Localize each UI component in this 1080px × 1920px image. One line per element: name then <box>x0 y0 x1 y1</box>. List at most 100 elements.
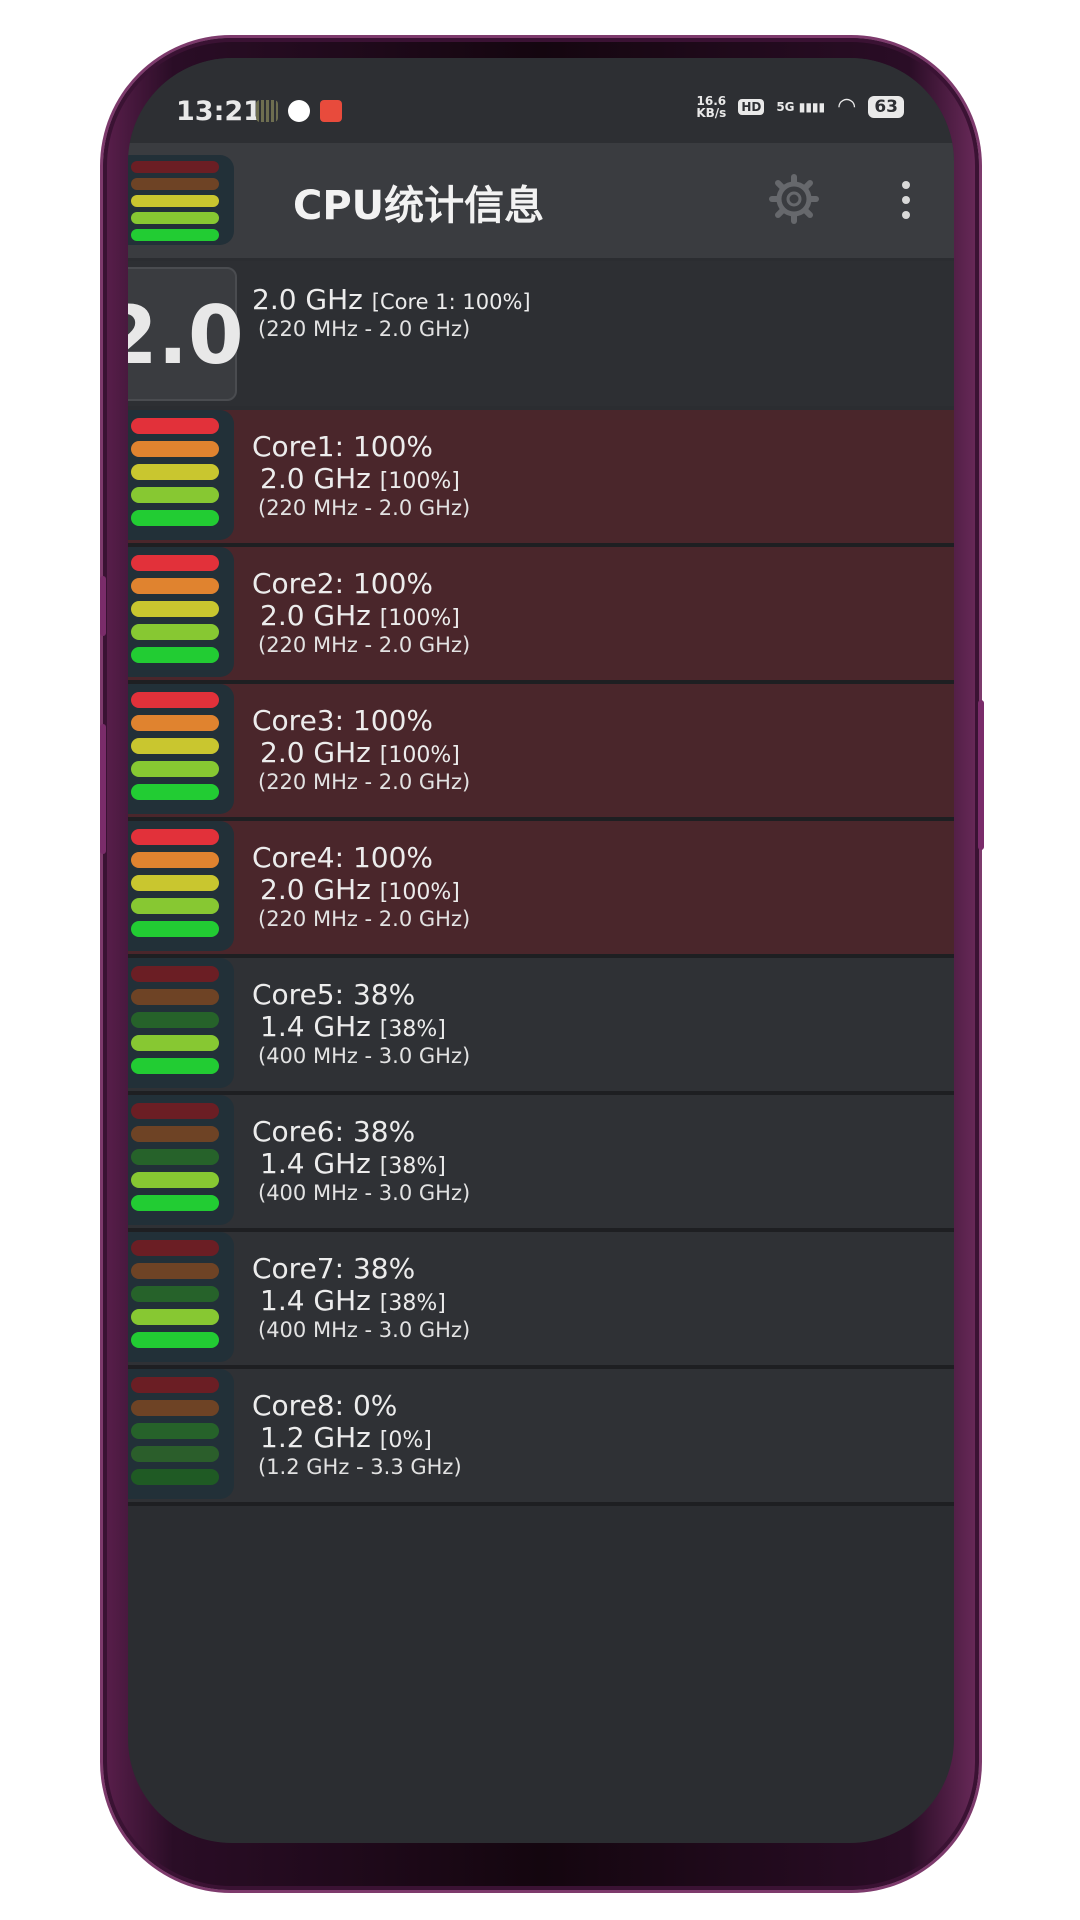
network-speed: 16.6 KB/s <box>696 95 726 119</box>
load-bar <box>131 875 219 891</box>
volume-up-button <box>100 576 106 636</box>
gear-icon[interactable] <box>768 173 820 225</box>
load-bar <box>131 418 219 434</box>
core-percent: [38%] <box>379 1017 446 1042</box>
load-bar <box>131 1309 219 1325</box>
load-bar <box>131 624 219 640</box>
core-percent: [100%] <box>379 469 460 494</box>
core-label: Core4: 100% <box>252 841 434 874</box>
core-frequency-line: 2.0 GHz [100%] <box>260 736 460 769</box>
core-row[interactable]: Core3: 100% 2.0 GHz [100%] (220 MHz - 2.0 … <box>128 684 954 821</box>
power-button <box>978 700 984 850</box>
core-load-meter <box>128 821 234 951</box>
summary-row[interactable]: 2.0 2.0 GHz [Core 1: 100%] (220 MHz - 2.… <box>128 261 954 406</box>
load-bar <box>131 852 219 868</box>
battery-icon: 63 <box>868 95 904 118</box>
summary-range: (220 MHz - 2.0 GHz) <box>258 317 471 341</box>
core-range: (220 MHz - 2.0 GHz) <box>258 633 471 657</box>
status-bar: 13:21 16.6 KB/s HD 5G ▮▮▮▮ ◠ 63 <box>128 58 954 143</box>
core-range: (1.2 GHz - 3.3 GHz) <box>258 1455 462 1479</box>
load-bar <box>131 464 219 480</box>
core-range: (400 MHz - 3.0 GHz) <box>258 1318 471 1342</box>
core-percent: [38%] <box>379 1154 446 1179</box>
summary-line: 2.0 GHz [Core 1: 100%] <box>252 283 531 316</box>
load-bar <box>131 1149 219 1165</box>
load-bar <box>131 555 219 571</box>
load-bar <box>131 510 219 526</box>
core-range: (220 MHz - 2.0 GHz) <box>258 496 471 520</box>
summary-box: 2.0 <box>128 267 244 401</box>
app-bar: CPU统计信息 <box>128 143 954 258</box>
core-row[interactable]: Core5: 38% 1.4 GHz [38%] (400 MHz - 3.0 GH… <box>128 958 954 1095</box>
load-bar <box>131 1423 219 1439</box>
core-label: Core3: 100% <box>252 704 434 737</box>
page-title: CPU统计信息 <box>293 183 545 229</box>
core-label: Core5: 38% <box>252 978 416 1011</box>
core-frequency: 2.0 GHz <box>260 599 371 632</box>
core-load-meter <box>128 547 234 677</box>
core-frequency: 1.4 GHz <box>260 1147 371 1180</box>
core-load-meter <box>128 410 234 540</box>
core-load-meter <box>128 958 234 1088</box>
load-bar <box>131 1126 219 1142</box>
core-percent: [100%] <box>379 743 460 768</box>
load-bar <box>131 989 219 1005</box>
load-bar <box>131 692 219 708</box>
notification-icons <box>256 100 342 122</box>
wifi-icon: ◠ <box>837 94 857 119</box>
logo-bar <box>131 195 219 207</box>
core-row[interactable]: Core8: 0% 1.2 GHz [0%] (1.2 GHz - 3.3 GHz) <box>128 1369 954 1506</box>
core-frequency: 1.2 GHz <box>260 1421 371 1454</box>
load-bar <box>131 1400 219 1416</box>
core-label: Core8: 0% <box>252 1389 398 1422</box>
core-row[interactable]: Core4: 100% 2.0 GHz [100%] (220 MHz - 2.0 … <box>128 821 954 958</box>
load-bar <box>131 1286 219 1302</box>
summary-big-value: 2.0 <box>128 289 244 382</box>
core-label: Core1: 100% <box>252 430 434 463</box>
battery-level: 63 <box>874 96 898 117</box>
core-frequency: 1.4 GHz <box>260 1010 371 1043</box>
load-bar <box>131 601 219 617</box>
core-percent: [100%] <box>379 880 460 905</box>
load-bar <box>131 829 219 845</box>
load-bar <box>131 1012 219 1028</box>
load-bar <box>131 1263 219 1279</box>
volume-down-button <box>100 724 106 854</box>
load-bar <box>131 921 219 937</box>
signal-icon: 5G ▮▮▮▮ <box>776 99 826 114</box>
network-speed-unit: KB/s <box>696 105 727 120</box>
load-bar <box>131 784 219 800</box>
load-bar <box>131 761 219 777</box>
overflow-menu-icon[interactable] <box>900 177 912 223</box>
load-bar <box>131 578 219 594</box>
load-bar <box>131 715 219 731</box>
load-bar <box>131 898 219 914</box>
status-right: 16.6 KB/s HD 5G ▮▮▮▮ ◠ 63 <box>696 94 904 119</box>
hd-badge: HD <box>738 98 765 115</box>
summary-freq: 2.0 GHz <box>252 283 363 316</box>
core-row[interactable]: Core7: 38% 1.4 GHz [38%] (400 MHz - 3.0 GH… <box>128 1232 954 1369</box>
app-logo <box>128 155 234 245</box>
core-load-meter <box>128 684 234 814</box>
core-frequency-line: 1.4 GHz [38%] <box>260 1010 446 1043</box>
core-percent: [100%] <box>379 606 460 631</box>
core-label: Core7: 38% <box>252 1252 416 1285</box>
logo-bar <box>131 212 219 224</box>
core-row[interactable]: Core2: 100% 2.0 GHz [100%] (220 MHz - 2.0 … <box>128 547 954 684</box>
core-percent: [38%] <box>379 1291 446 1316</box>
core-load-meter <box>128 1232 234 1362</box>
load-bar <box>131 1103 219 1119</box>
core-row[interactable]: Core1: 100% 2.0 GHz [100%] (220 MHz - 2.0 … <box>128 410 954 547</box>
status-time: 13:21 <box>176 96 262 127</box>
core-row[interactable]: Core6: 38% 1.4 GHz [38%] (400 MHz - 3.0 GH… <box>128 1095 954 1232</box>
core-frequency-line: 1.4 GHz [38%] <box>260 1147 446 1180</box>
load-bar <box>131 1446 219 1462</box>
core-range: (220 MHz - 2.0 GHz) <box>258 907 471 931</box>
core-label: Core2: 100% <box>252 567 434 600</box>
core-load-meter <box>128 1095 234 1225</box>
core-frequency-line: 2.0 GHz [100%] <box>260 599 460 632</box>
core-label: Core6: 38% <box>252 1115 416 1148</box>
core-frequency-line: 1.4 GHz [38%] <box>260 1284 446 1317</box>
load-bar <box>131 1172 219 1188</box>
core-frequency-line: 2.0 GHz [100%] <box>260 873 460 906</box>
